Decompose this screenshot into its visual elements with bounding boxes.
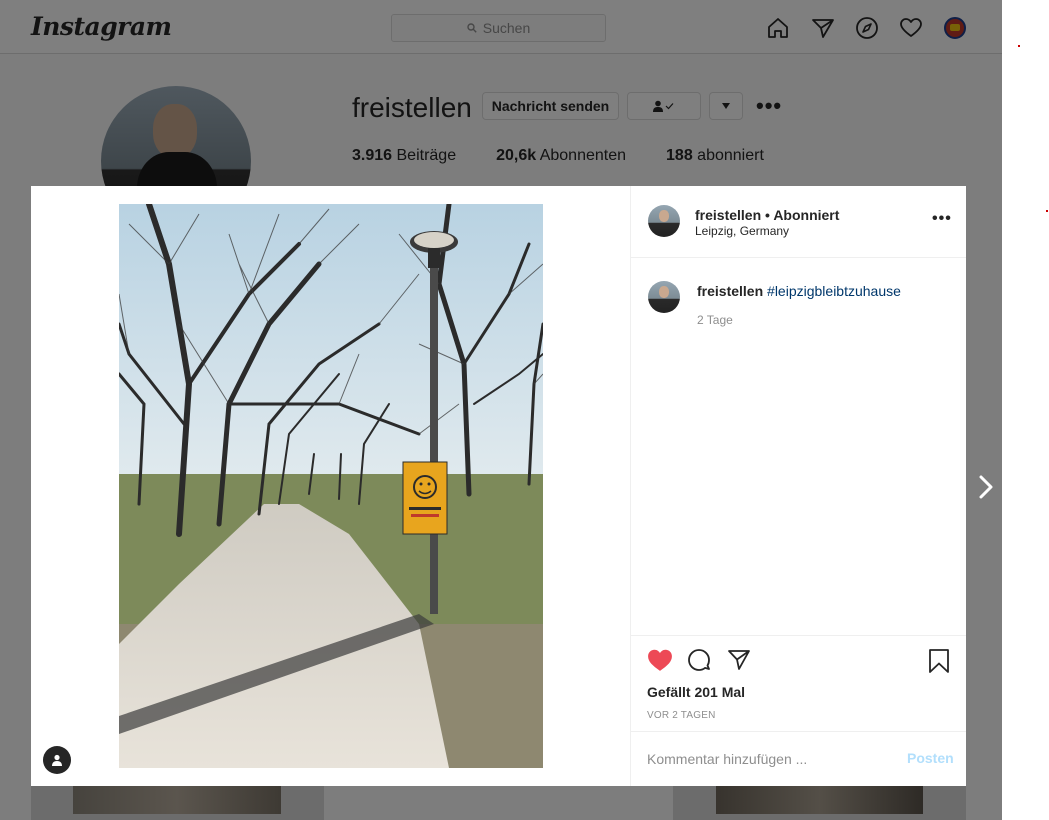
like-count[interactable]: Gefällt 201 Mal <box>647 684 745 700</box>
tagged-users-button[interactable] <box>43 746 71 774</box>
post-modal: freistellen • Abonniert Leipzig, Germany… <box>31 186 966 786</box>
like-heart-icon[interactable] <box>647 648 673 672</box>
caption-username[interactable]: freistellen <box>697 283 763 299</box>
post-author: freistellen • Abonniert <box>695 207 839 223</box>
author-username[interactable]: freistellen <box>695 207 761 223</box>
page: Instagram Suchen freistellen Nachricht s… <box>0 0 1049 820</box>
add-comment-section: Posten <box>631 731 966 786</box>
comment-input[interactable] <box>647 748 887 770</box>
comment-icon[interactable] <box>687 648 711 672</box>
caption-time: 2 Tage <box>697 313 733 327</box>
share-icon[interactable] <box>727 648 751 672</box>
post-age: VOR 2 TAGEN <box>647 710 716 721</box>
browser-viewport: Instagram Suchen freistellen Nachricht s… <box>0 0 1002 820</box>
next-post-arrow-icon[interactable] <box>977 474 995 500</box>
separator-dot: • <box>761 207 774 223</box>
caption-hashtag[interactable]: #leipzigbleibtzuhause <box>767 283 901 299</box>
post-options-icon[interactable]: ••• <box>932 210 952 228</box>
post-comment-button[interactable]: Posten <box>907 750 954 766</box>
comments-area: freistellen #leipzigbleibtzuhause 2 Tage <box>631 259 966 635</box>
user-icon <box>52 754 62 766</box>
post-location[interactable]: Leipzig, Germany <box>695 224 789 238</box>
post-actions: Gefällt 201 Mal VOR 2 TAGEN <box>631 635 966 731</box>
post-header: freistellen • Abonniert Leipzig, Germany… <box>631 186 966 258</box>
post-caption: freistellen #leipzigbleibtzuhause <box>697 283 901 299</box>
post-media <box>31 186 631 786</box>
post-sidebar: freistellen • Abonniert Leipzig, Germany… <box>631 186 966 786</box>
artifact-dot <box>1046 210 1048 212</box>
bookmark-icon[interactable] <box>927 648 951 674</box>
follow-status[interactable]: Abonniert <box>773 207 839 223</box>
author-avatar[interactable] <box>648 205 680 237</box>
post-photo[interactable] <box>119 204 543 768</box>
artifact-dot <box>1018 45 1020 47</box>
caption-avatar[interactable] <box>648 281 680 313</box>
